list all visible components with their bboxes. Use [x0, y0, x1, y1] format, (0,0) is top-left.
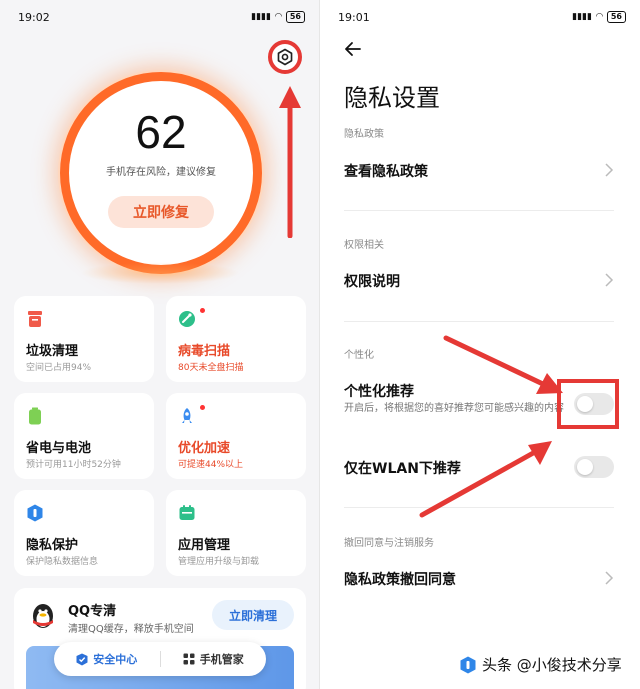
wifi-icon: ◠: [274, 12, 282, 22]
row-personalized-description: 开启后，将根据您的喜好推荐您可能感兴趣的内容: [344, 403, 564, 414]
watermark: 头条 @小俊技术分享: [460, 654, 622, 675]
status-time: 19:01: [338, 10, 370, 24]
annotation-arrow-up: [279, 86, 301, 238]
card-subtitle: 80天未全盘扫描: [178, 363, 244, 373]
tab-label: 手机管家: [199, 653, 244, 666]
scan-icon: [179, 311, 195, 327]
wlan-only-toggle[interactable]: [574, 456, 614, 478]
risk-message: 手机存在风险，建议修复: [106, 167, 216, 178]
card-title: 病毒扫描: [178, 344, 231, 359]
back-arrow-icon[interactable]: [344, 40, 362, 58]
card-subtitle: 可提速44%以上: [178, 460, 244, 470]
status-bar: 19:01 ▮▮▮▮ ◠ 56: [338, 10, 626, 24]
security-center-screen: 19:02 ▮▮▮▮ ◠ 56 62 手机存在风险，建议修复 立即修复 垃圾清理…: [0, 0, 320, 689]
tab-phone-manager[interactable]: 手机管家: [161, 651, 267, 667]
card-subtitle: 空间已占用94%: [26, 363, 92, 373]
shield-icon: [76, 653, 88, 665]
qq-penguin-icon: [33, 604, 53, 628]
status-bar: 19:02 ▮▮▮▮ ◠ 56: [18, 10, 305, 24]
section-header-personalization: 个性化: [344, 350, 374, 361]
qq-subtitle: 清理QQ缓存，释放手机空间: [68, 624, 194, 635]
status-icons: ▮▮▮▮ ◠ 56: [251, 11, 305, 23]
section-header-revoke: 撤回同意与注销服务: [344, 538, 434, 549]
card-title: 优化加速: [178, 441, 231, 456]
gear-icon: [277, 48, 293, 66]
card-subtitle: 管理应用升级与卸载: [178, 557, 260, 567]
settings-gear-button[interactable]: [268, 40, 302, 74]
row-wlan-only: 仅在WLAN下推荐: [344, 461, 461, 477]
annotation-highlight-box: [557, 379, 619, 429]
toutiao-logo-icon: [460, 656, 476, 673]
fix-now-button[interactable]: 立即修复: [108, 196, 214, 228]
card-speed-up[interactable]: 优化加速 可提速44%以上: [166, 393, 306, 479]
card-app-manager[interactable]: 应用管理 管理应用升级与卸载: [166, 490, 306, 576]
bottom-tab-bar: 安全中心 手机管家: [54, 642, 266, 676]
privacy-settings-screen: 19:01 ▮▮▮▮ ◠ 56 隐私设置 隐私政策 查看隐私政策 权限相关 权限…: [320, 0, 640, 689]
trash-icon: [28, 311, 42, 327]
app-manager-icon: [179, 505, 195, 520]
card-title: 应用管理: [178, 538, 231, 553]
alert-dot: [200, 308, 205, 313]
status-time: 19:02: [18, 10, 50, 24]
battery-icon: 56: [606, 11, 626, 23]
card-virus-scan[interactable]: 病毒扫描 80天未全盘扫描: [166, 296, 306, 382]
chevron-right-icon: [605, 273, 614, 287]
card-battery[interactable]: 省电与电池 预计可用11小时52分钟: [14, 393, 154, 479]
rocket-icon: [182, 408, 192, 423]
qq-title: QQ专清: [68, 604, 117, 619]
card-subtitle: 预计可用11小时52分钟: [26, 460, 121, 470]
page-title: 隐私设置: [344, 84, 440, 112]
card-subtitle: 保护隐私数据信息: [26, 557, 99, 567]
section-header-policy: 隐私政策: [344, 129, 384, 140]
qq-clean-button[interactable]: 立即清理: [212, 600, 294, 630]
row-view-privacy-policy[interactable]: 查看隐私政策: [344, 161, 428, 181]
grid-icon: [183, 653, 195, 665]
card-junk-clean[interactable]: 垃圾清理 空间已占用94%: [14, 296, 154, 382]
tab-security-center[interactable]: 安全中心: [54, 651, 160, 667]
tab-label: 安全中心: [93, 653, 138, 666]
card-privacy[interactable]: 隐私保护 保护隐私数据信息: [14, 490, 154, 576]
security-score: 62: [135, 106, 187, 158]
signal-icon: ▮▮▮▮: [251, 12, 271, 22]
row-personalized-recommendation: 个性化推荐: [344, 384, 414, 400]
wifi-icon: ◠: [595, 12, 603, 22]
section-header-permissions: 权限相关: [344, 240, 384, 251]
chevron-right-icon: [605, 571, 614, 585]
battery-icon: [29, 407, 41, 425]
status-icons: ▮▮▮▮ ◠ 56: [572, 11, 626, 23]
row-permission-info[interactable]: 权限说明: [344, 271, 400, 291]
shield-icon: [27, 504, 43, 522]
card-title: 隐私保护: [26, 538, 79, 553]
row-revoke-consent[interactable]: 隐私政策撤回同意: [344, 569, 456, 589]
card-title: 省电与电池: [26, 441, 92, 456]
chevron-right-icon: [605, 163, 614, 177]
alert-dot: [200, 405, 205, 410]
signal-icon: ▮▮▮▮: [572, 12, 592, 22]
watermark-text: 头条 @小俊技术分享: [482, 656, 622, 674]
card-title: 垃圾清理: [26, 344, 79, 359]
battery-icon: 56: [285, 11, 305, 23]
